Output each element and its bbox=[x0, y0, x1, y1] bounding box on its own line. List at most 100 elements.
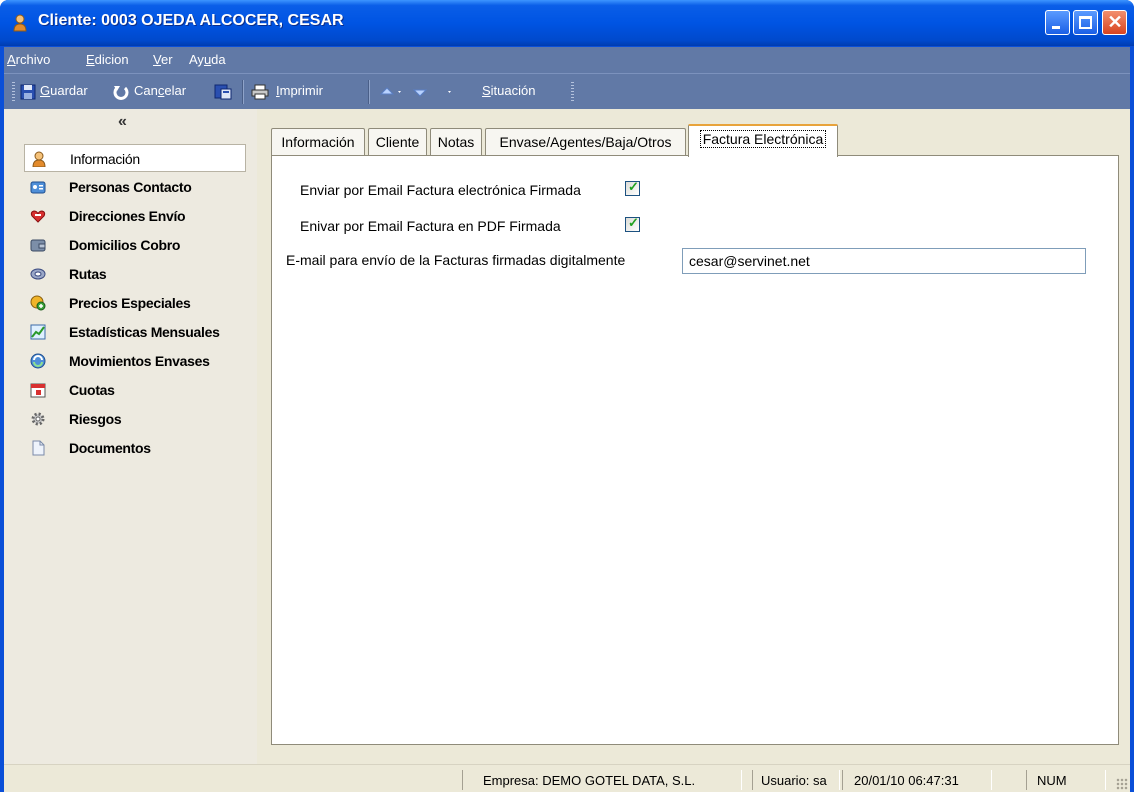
shipping-heart-icon bbox=[30, 208, 46, 224]
menu-ayuda-label: da bbox=[211, 52, 226, 67]
menu-edicion-label: dicion bbox=[94, 52, 129, 67]
tab-cliente[interactable]: Cliente bbox=[368, 128, 427, 155]
toolbar: Guardar Cancelar Imprimir Situación bbox=[4, 73, 1130, 109]
sidebar-item-label: Documentos bbox=[69, 440, 151, 456]
toolbar-grip[interactable] bbox=[571, 82, 574, 102]
sidebar-item-label: Rutas bbox=[69, 266, 107, 282]
undo-icon bbox=[113, 84, 129, 100]
save-button[interactable]: Guardar bbox=[40, 83, 88, 98]
sidebar-item-movimientos-envases[interactable]: Movimientos Envases bbox=[24, 348, 248, 374]
sidebar-item-label: Estadísticas Mensuales bbox=[69, 324, 220, 340]
special-price-icon bbox=[30, 295, 46, 311]
toolbar-separator bbox=[242, 80, 244, 104]
status-company: Empresa: DEMO GOTEL DATA, S.L. bbox=[483, 773, 696, 788]
minimize-icon bbox=[1052, 26, 1060, 29]
gear-icon bbox=[30, 411, 46, 427]
next-record-icon[interactable] bbox=[412, 84, 451, 100]
route-disc-icon bbox=[30, 266, 46, 282]
menu-ayuda-prefix: Ay bbox=[189, 52, 204, 67]
sidebar-item-personas-contacto[interactable]: Personas Contacto bbox=[24, 174, 248, 200]
maximize-button[interactable] bbox=[1073, 10, 1098, 35]
minimize-button[interactable] bbox=[1045, 10, 1070, 35]
window-frame-right bbox=[1130, 46, 1134, 792]
sidebar-item-informacion[interactable]: Información bbox=[24, 144, 246, 172]
sidebar-item-domicilios-cobro[interactable]: Domicilios Cobro bbox=[24, 232, 248, 258]
title-bar[interactable]: Cliente: 0003 OJEDA ALCOCER, CESAR ✕ bbox=[0, 0, 1134, 46]
menu-archivo-label: rchivo bbox=[15, 52, 51, 67]
status-datetime: 20/01/10 06:47:31 bbox=[854, 773, 959, 788]
collapse-sidebar-button[interactable]: « bbox=[118, 113, 127, 131]
menu-archivo-mnemonic: A bbox=[7, 52, 16, 67]
person-icon bbox=[31, 151, 47, 168]
tab-label: Envase/Agentes/Baja/Otros bbox=[499, 134, 672, 150]
calendar-icon bbox=[30, 382, 46, 398]
print-button[interactable]: Imprimir bbox=[276, 83, 323, 98]
wallet-icon bbox=[30, 237, 46, 253]
tab-label: Notas bbox=[437, 134, 475, 150]
sidebar-item-estadisticas-mensuales[interactable]: Estadísticas Mensuales bbox=[24, 319, 248, 345]
tab-label: Información bbox=[281, 134, 355, 150]
document-icon bbox=[30, 440, 46, 456]
close-button[interactable]: ✕ bbox=[1102, 10, 1127, 35]
tab-envase-agentes[interactable]: Envase/Agentes/Baja/Otros bbox=[485, 128, 686, 155]
email-pdf-invoice-checkbox[interactable]: ✓ bbox=[625, 215, 640, 232]
sidebar-item-label: Cuotas bbox=[69, 382, 115, 398]
email-signed-invoice-label: Enviar por Email Factura electrónica Fir… bbox=[300, 182, 581, 198]
toolbar-separator bbox=[368, 80, 370, 104]
menu-archivo[interactable]: Archivo bbox=[7, 52, 50, 67]
maximize-icon bbox=[1079, 16, 1092, 29]
tab-label: Factura Electrónica bbox=[689, 130, 837, 148]
tab-label-text: Factura Electrónica bbox=[699, 130, 827, 148]
menu-ver-mnemonic: V bbox=[153, 52, 161, 67]
sidebar-item-label: Precios Especiales bbox=[69, 295, 191, 311]
sidebar-item-documentos[interactable]: Documentos bbox=[24, 435, 248, 461]
tab-informacion[interactable]: Información bbox=[271, 128, 365, 155]
printer-icon bbox=[251, 84, 269, 100]
menu-edicion-mnemonic: E bbox=[86, 52, 95, 67]
menu-edicion[interactable]: Edicion bbox=[86, 52, 129, 67]
menu-ver-label: er bbox=[160, 52, 173, 67]
window-title: Cliente: 0003 OJEDA ALCOCER, CESAR bbox=[38, 12, 344, 29]
contact-card-icon bbox=[30, 179, 46, 195]
checkmark-icon: ✓ bbox=[628, 179, 639, 194]
email-pdf-invoice-label: Enivar por Email Factura en PDF Firmada bbox=[300, 218, 561, 234]
menu-ver[interactable]: Ver bbox=[153, 52, 173, 67]
situation-mnemonic: S bbox=[482, 83, 491, 98]
cancel-label: elar bbox=[164, 83, 187, 98]
menu-ayuda[interactable]: Ayuda bbox=[189, 52, 226, 67]
previous-record-icon[interactable] bbox=[379, 84, 401, 100]
tab-factura-electronica[interactable]: Factura Electrónica bbox=[688, 124, 838, 157]
situation-label: ituación bbox=[490, 83, 536, 98]
sidebar-item-direcciones-envio[interactable]: Direcciones Envío bbox=[24, 203, 248, 229]
resize-grip[interactable] bbox=[1116, 778, 1128, 790]
sidebar-item-label: Direcciones Envío bbox=[69, 208, 186, 224]
email-signed-invoice-checkbox[interactable]: ✓ bbox=[625, 179, 640, 196]
status-user: Usuario: sa bbox=[761, 773, 827, 788]
sidebar-item-cuotas[interactable]: Cuotas bbox=[24, 377, 248, 403]
situation-button[interactable]: Situación bbox=[482, 83, 535, 98]
factura-electronica-panel: Enviar por Email Factura electrónica Fir… bbox=[271, 155, 1119, 745]
sidebar: « Información Personas Contacto Direccio… bbox=[4, 109, 257, 764]
sidebar-item-precios-especiales[interactable]: Precios Especiales bbox=[24, 290, 248, 316]
sidebar-item-riesgos[interactable]: Riesgos bbox=[24, 406, 248, 432]
status-num-lock: NUM bbox=[1037, 773, 1067, 788]
tab-label: Cliente bbox=[375, 134, 420, 150]
status-bar: Empresa: DEMO GOTEL DATA, S.L. Usuario: … bbox=[4, 764, 1130, 792]
sidebar-item-label: Información bbox=[70, 151, 140, 167]
application-window: Cliente: 0003 OJEDA ALCOCER, CESAR ✕ Arc… bbox=[0, 0, 1134, 792]
sidebar-item-label: Domicilios Cobro bbox=[69, 237, 181, 253]
toolbar-grip[interactable] bbox=[12, 82, 15, 102]
save-copy-icon[interactable] bbox=[214, 84, 232, 100]
tab-notas[interactable]: Notas bbox=[430, 128, 482, 155]
email-address-input[interactable] bbox=[682, 248, 1086, 274]
sidebar-item-label: Movimientos Envases bbox=[69, 353, 210, 369]
email-address-label: E-mail para envío de la Facturas firmada… bbox=[286, 252, 626, 268]
cancel-label-prefix: Can bbox=[134, 83, 158, 98]
sidebar-item-label: Personas Contacto bbox=[69, 179, 192, 195]
refresh-icon bbox=[30, 353, 46, 369]
save-mnemonic: G bbox=[40, 83, 51, 98]
save-label: uardar bbox=[50, 83, 88, 98]
sidebar-item-rutas[interactable]: Rutas bbox=[24, 261, 248, 287]
chart-icon bbox=[30, 324, 46, 340]
cancel-button[interactable]: Cancelar bbox=[134, 83, 186, 98]
